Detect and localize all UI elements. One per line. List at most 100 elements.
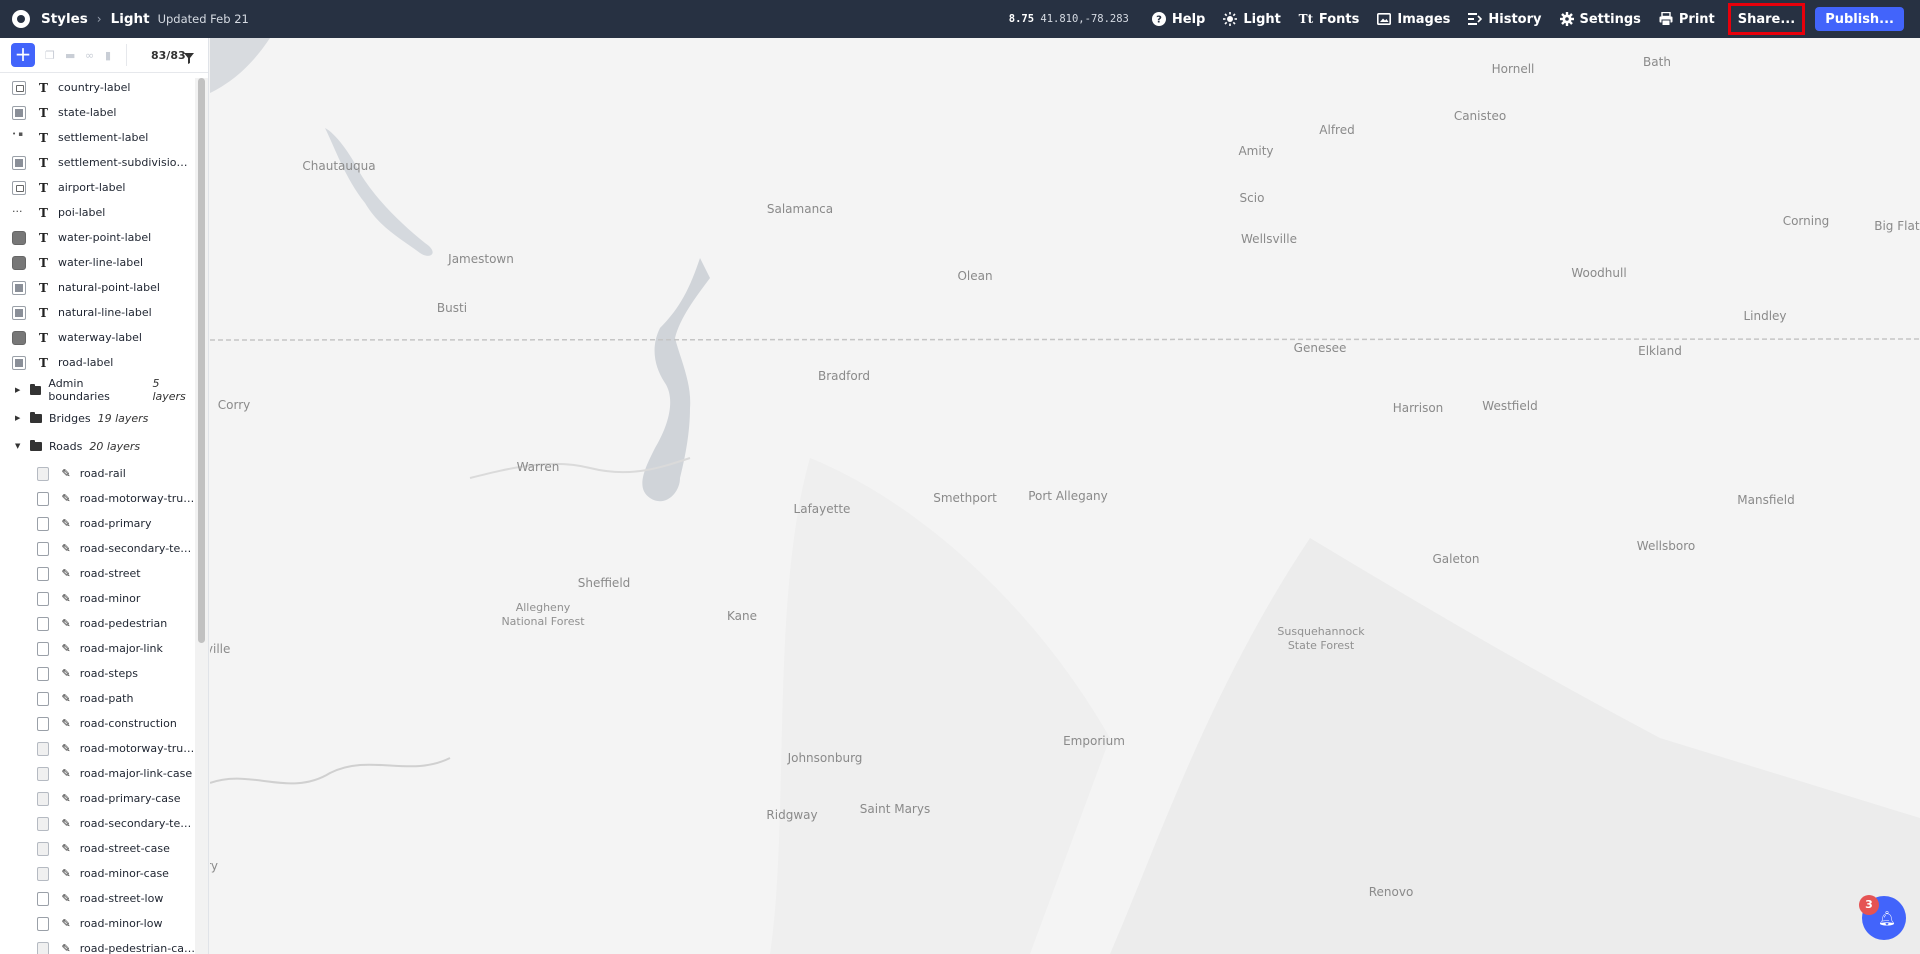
visibility-swatch[interactable]: [12, 202, 26, 220]
visibility-swatch[interactable]: [12, 230, 26, 245]
visibility-swatch[interactable]: [37, 466, 50, 481]
visibility-swatch[interactable]: [12, 305, 26, 320]
layer-row[interactable]: ✎ road-construction: [0, 711, 195, 736]
visibility-swatch[interactable]: [37, 491, 50, 506]
visibility-swatch[interactable]: [37, 566, 50, 581]
caret-right-icon[interactable]: ▶: [15, 386, 25, 394]
pencil-icon: ✎: [61, 642, 71, 655]
visibility-swatch[interactable]: [12, 80, 26, 95]
visibility-swatch[interactable]: [37, 791, 50, 806]
pencil-icon: ✎: [61, 467, 71, 480]
visibility-swatch[interactable]: [37, 541, 50, 556]
visibility-swatch[interactable]: [37, 766, 50, 781]
layer-row[interactable]: ✎ road-minor: [0, 586, 195, 611]
layer-row[interactable]: ✎ road-street: [0, 561, 195, 586]
layer-row[interactable]: ✎ road-minor-low: [0, 911, 195, 936]
layer-row[interactable]: ✎ road-major-link: [0, 636, 195, 661]
layer-row[interactable]: Tnatural-point-label: [0, 275, 195, 300]
caret-right-icon[interactable]: ▶: [15, 414, 25, 422]
visibility-swatch[interactable]: [12, 105, 26, 120]
breadcrumb-styles[interactable]: Styles: [41, 11, 88, 27]
link-icon[interactable]: ∞: [85, 50, 96, 61]
visibility-swatch[interactable]: [37, 716, 50, 731]
layer-row[interactable]: ✎ road-steps: [0, 661, 195, 686]
visibility-swatch[interactable]: [37, 691, 50, 706]
visibility-swatch[interactable]: [37, 741, 50, 756]
layer-row[interactable]: ✎ road-motorway-trunk: [0, 486, 195, 511]
theme-button[interactable]: Light: [1214, 0, 1290, 38]
help-button[interactable]: ? Help: [1143, 0, 1214, 38]
layer-row[interactable]: Troad-label: [0, 350, 195, 375]
visibility-swatch[interactable]: [37, 666, 50, 681]
layer-row[interactable]: Twaterway-label: [0, 325, 195, 350]
visibility-swatch[interactable]: [37, 616, 50, 631]
layer-row[interactable]: Tnatural-line-label: [0, 300, 195, 325]
trash-icon[interactable]: ▮: [105, 50, 116, 61]
layer-row[interactable]: ✎ road-pedestrian-case: [0, 936, 195, 954]
layer-row[interactable]: ✎ road-major-link-case: [0, 761, 195, 786]
layer-row[interactable]: Tcountry-label: [0, 75, 195, 100]
layer-group-row[interactable]: ▶ Admin boundaries 5 layers: [0, 377, 195, 403]
layer-row[interactable]: Twater-line-label: [0, 250, 195, 275]
visibility-swatch[interactable]: [37, 916, 50, 931]
layer-row[interactable]: Twater-point-label: [0, 225, 195, 250]
layer-row[interactable]: ✎ road-pedestrian: [0, 611, 195, 636]
layer-row[interactable]: Tpoi-label: [0, 200, 195, 225]
layer-group-row[interactable]: ▼ Roads 20 layers: [0, 433, 195, 459]
visibility-swatch[interactable]: [37, 816, 50, 831]
visibility-swatch[interactable]: [12, 130, 26, 145]
fonts-button[interactable]: Tt Fonts: [1290, 0, 1369, 38]
place-label: Genesee: [1293, 341, 1347, 355]
layer-row[interactable]: Tstate-label: [0, 100, 195, 125]
visibility-swatch[interactable]: [12, 330, 26, 345]
folder-icon: [29, 383, 42, 395]
images-button[interactable]: Images: [1368, 0, 1459, 38]
share-button[interactable]: Share...: [1727, 3, 1806, 35]
settings-button[interactable]: Settings: [1551, 0, 1650, 38]
visibility-swatch[interactable]: [12, 355, 26, 370]
layer-row[interactable]: ✎ road-secondary-tertiar...: [0, 811, 195, 836]
visibility-swatch[interactable]: [12, 155, 26, 170]
style-name[interactable]: Light: [111, 11, 150, 27]
filter-icon[interactable]: [184, 49, 194, 68]
text-layer-icon: T: [39, 230, 48, 245]
layer-row[interactable]: ✎ road-path: [0, 686, 195, 711]
visibility-swatch[interactable]: [37, 891, 50, 906]
layer-row[interactable]: ✎ road-street-case: [0, 836, 195, 861]
duplicate-icon[interactable]: ❐: [45, 50, 56, 61]
layer-name: waterway-label: [58, 331, 142, 344]
group-layer-count: 19 layers: [97, 411, 149, 425]
layer-row[interactable]: ✎ road-motorway-trun...: [0, 736, 195, 761]
layer-row[interactable]: Tairport-label: [0, 175, 195, 200]
visibility-swatch[interactable]: [37, 516, 50, 531]
visibility-swatch[interactable]: [37, 641, 50, 656]
text-layer-icon: T: [39, 130, 48, 145]
layer-row[interactable]: ✎ road-primary-case: [0, 786, 195, 811]
visibility-swatch[interactable]: [37, 591, 50, 606]
print-button[interactable]: Print: [1650, 0, 1724, 38]
visibility-swatch[interactable]: [12, 180, 26, 195]
history-button[interactable]: History: [1459, 0, 1550, 38]
visibility-swatch[interactable]: [12, 280, 26, 295]
scrollbar-thumb[interactable]: [198, 78, 205, 643]
layer-row[interactable]: ✎ road-minor-case: [0, 861, 195, 886]
layer-name: road-minor-case: [79, 867, 169, 880]
layer-group-row[interactable]: ▶ Bridges 19 layers: [0, 405, 195, 431]
mapbox-logo-icon[interactable]: [12, 10, 30, 28]
visibility-swatch[interactable]: [37, 866, 50, 881]
add-layer-button[interactable]: +: [11, 43, 35, 67]
layer-row[interactable]: ✎ road-primary: [0, 511, 195, 536]
layer-row[interactable]: ✎ road-secondary-terti...: [0, 536, 195, 561]
publish-button[interactable]: Publish...: [1815, 7, 1904, 31]
layer-row[interactable]: Tsettlement-subdivision-la...: [0, 150, 195, 175]
group-icon[interactable]: ▬: [65, 50, 76, 61]
layer-row[interactable]: ✎ road-street-low: [0, 886, 195, 911]
place-label: Westfield: [1482, 399, 1538, 413]
visibility-swatch[interactable]: [37, 841, 50, 856]
caret-down-icon[interactable]: ▼: [15, 442, 25, 450]
layer-row[interactable]: ✎ road-rail: [0, 461, 195, 486]
visibility-swatch[interactable]: [37, 941, 50, 954]
visibility-swatch[interactable]: [12, 255, 26, 270]
layer-row[interactable]: Tsettlement-label: [0, 125, 195, 150]
map-canvas[interactable]: Bath Hornell Alfred Canisteo Chautauqua Amity…: [210, 38, 1920, 954]
